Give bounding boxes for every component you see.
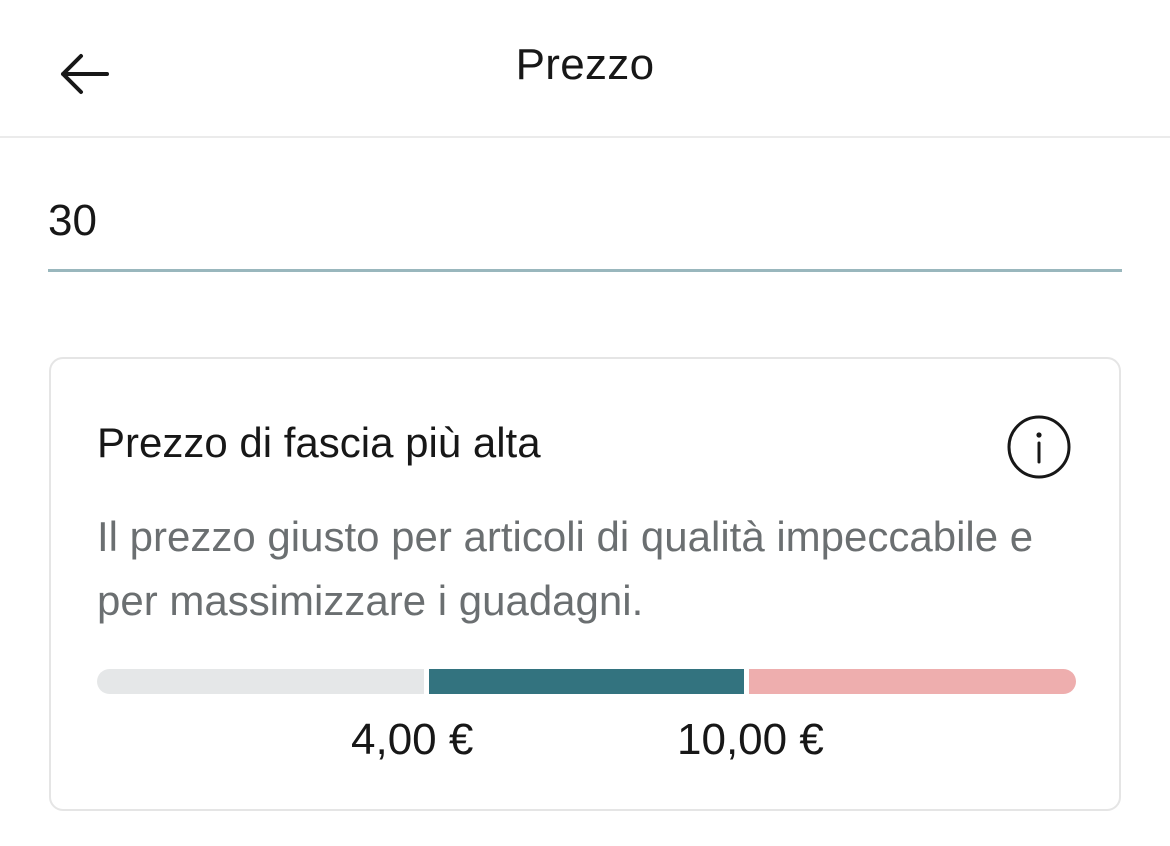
- card-description: Il prezzo giusto per articoli di qualità…: [97, 513, 1034, 624]
- price-input[interactable]: [48, 196, 1122, 246]
- info-button[interactable]: [1005, 413, 1073, 481]
- range-min-label: 4,00 €: [351, 715, 474, 764]
- range-segment-low: [97, 669, 424, 694]
- card-title: Prezzo di fascia più alta: [97, 419, 541, 466]
- page-title: Prezzo: [515, 40, 655, 89]
- range-segment-high: [749, 669, 1076, 694]
- top-bar: Prezzo: [0, 0, 1170, 138]
- range-segment-recommended: [429, 669, 744, 694]
- price-range-bar: [97, 669, 1076, 694]
- price-field[interactable]: [48, 176, 1122, 272]
- info-circle-icon: [1007, 415, 1071, 479]
- price-suggestion-card: Prezzo di fascia più alta Il prezzo gius…: [49, 357, 1121, 811]
- range-max-label: 10,00 €: [677, 715, 824, 764]
